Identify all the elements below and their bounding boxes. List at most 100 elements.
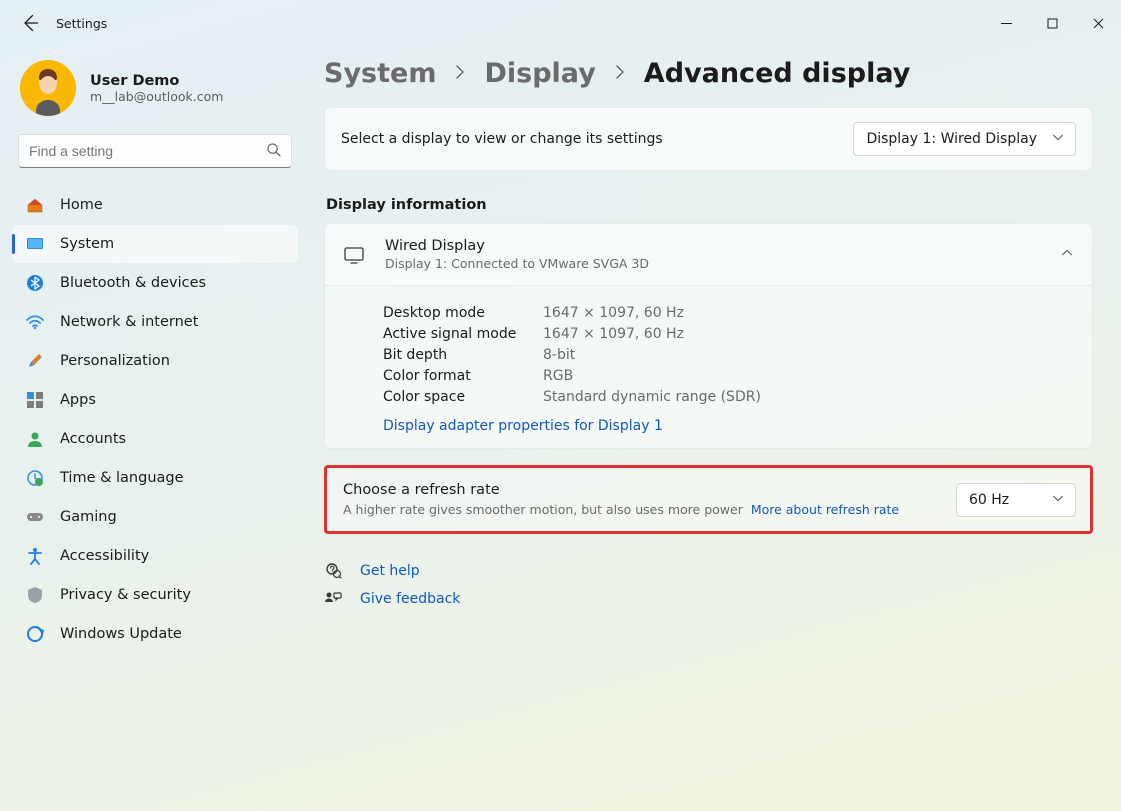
refresh-rate-sub-text: A higher rate gives smoother motion, but…: [343, 502, 743, 517]
give-feedback-link[interactable]: Give feedback: [360, 591, 460, 607]
refresh-rate-more-link[interactable]: More about refresh rate: [751, 502, 899, 517]
brush-icon: [26, 352, 44, 370]
sidebar-item-accessibility[interactable]: Accessibility: [12, 537, 298, 575]
display-connection: Display 1: Connected to VMware SVGA 3D: [385, 256, 649, 271]
sidebar-item-label: Accounts: [60, 431, 126, 447]
sidebar-item-personalization[interactable]: Personalization: [12, 342, 298, 380]
sidebar-item-accounts[interactable]: Accounts: [12, 420, 298, 458]
info-key: Color format: [383, 368, 519, 384]
display-info-heading: Display information: [326, 197, 1093, 213]
bluetooth-icon: [26, 274, 44, 292]
display-selector-value: Display 1: Wired Display: [866, 131, 1037, 147]
feedback-icon: [324, 590, 342, 608]
chevron-right-icon: [452, 64, 468, 84]
chevron-down-icon: [1051, 130, 1065, 148]
sidebar-item-label: Privacy & security: [60, 587, 191, 603]
get-help-row: Get help: [324, 562, 1093, 580]
search-icon: [266, 142, 281, 161]
sidebar-item-home[interactable]: Home: [12, 186, 298, 224]
info-value: 1647 × 1097, 60 Hz: [543, 326, 684, 342]
shield-icon: [26, 586, 44, 604]
give-feedback-row: Give feedback: [324, 590, 1093, 608]
info-value: 8-bit: [543, 347, 575, 363]
info-value: 1647 × 1097, 60 Hz: [543, 305, 684, 321]
breadcrumb: System Display Advanced display: [324, 58, 1093, 89]
avatar: [20, 60, 76, 116]
sidebar-item-label: System: [60, 236, 114, 252]
refresh-rate-dropdown[interactable]: 60 Hz: [956, 483, 1076, 517]
window-controls: [983, 0, 1121, 46]
info-key: Desktop mode: [383, 305, 519, 321]
wifi-icon: [26, 313, 44, 331]
chevron-down-icon: [1051, 491, 1065, 509]
close-button[interactable]: [1075, 0, 1121, 46]
update-icon: [26, 625, 44, 643]
select-display-card: Select a display to view or change its s…: [324, 107, 1093, 171]
gamepad-icon: [26, 508, 44, 526]
sidebar-nav: Home System Bluetooth & devices Network …: [12, 186, 298, 653]
accessibility-icon: [26, 547, 44, 565]
info-key: Color space: [383, 389, 519, 405]
home-icon: [26, 196, 44, 214]
apps-icon: [26, 391, 44, 409]
sidebar-item-gaming[interactable]: Gaming: [12, 498, 298, 536]
clock-globe-icon: [26, 469, 44, 487]
breadcrumb-display[interactable]: Display: [484, 58, 595, 89]
sidebar-item-label: Accessibility: [60, 548, 149, 564]
breadcrumb-system[interactable]: System: [324, 58, 436, 89]
sidebar-item-bluetooth[interactable]: Bluetooth & devices: [12, 264, 298, 302]
user-email: m__lab@outlook.com: [90, 89, 223, 104]
sidebar-item-label: Personalization: [60, 353, 170, 369]
sidebar-item-label: Home: [60, 197, 103, 213]
sidebar-item-label: Apps: [60, 392, 96, 408]
minimize-icon: [1001, 18, 1012, 29]
info-row-desktop-mode: Desktop mode 1647 × 1097, 60 Hz: [383, 305, 1072, 321]
sidebar-item-update[interactable]: Windows Update: [12, 615, 298, 653]
user-name: User Demo: [90, 73, 223, 89]
search-input[interactable]: [29, 143, 266, 159]
sidebar-item-label: Time & language: [60, 470, 184, 486]
display-name: Wired Display: [385, 238, 649, 254]
sidebar-item-network[interactable]: Network & internet: [12, 303, 298, 341]
maximize-button[interactable]: [1029, 0, 1075, 46]
back-arrow-icon: [20, 13, 40, 33]
main-content: System Display Advanced display Select a…: [310, 46, 1121, 811]
sidebar-item-time[interactable]: Time & language: [12, 459, 298, 497]
info-value: Standard dynamic range (SDR): [543, 389, 761, 405]
select-display-prompt: Select a display to view or change its s…: [341, 131, 663, 147]
display-info-header[interactable]: Wired Display Display 1: Connected to VM…: [324, 223, 1093, 285]
refresh-rate-title: Choose a refresh rate: [343, 482, 899, 498]
back-button[interactable]: [20, 13, 40, 33]
get-help-link[interactable]: Get help: [360, 563, 420, 579]
minimize-button[interactable]: [983, 0, 1029, 46]
refresh-rate-panel: Choose a refresh rate A higher rate give…: [324, 465, 1093, 534]
info-row-color-space: Color space Standard dynamic range (SDR): [383, 389, 1072, 405]
display-selector-dropdown[interactable]: Display 1: Wired Display: [853, 122, 1076, 156]
monitor-icon: [343, 244, 365, 266]
refresh-rate-value: 60 Hz: [969, 492, 1009, 508]
display-info-body: Desktop mode 1647 × 1097, 60 Hz Active s…: [324, 285, 1093, 449]
sidebar-item-apps[interactable]: Apps: [12, 381, 298, 419]
info-key: Bit depth: [383, 347, 519, 363]
user-profile[interactable]: User Demo m__lab@outlook.com: [12, 54, 298, 132]
chevron-up-icon: [1060, 246, 1074, 264]
titlebar: Settings: [0, 0, 1121, 46]
adapter-properties-link[interactable]: Display adapter properties for Display 1: [383, 418, 663, 434]
chevron-right-icon: [612, 64, 628, 84]
sidebar: User Demo m__lab@outlook.com Home System…: [0, 46, 310, 811]
info-key: Active signal mode: [383, 326, 519, 342]
sidebar-item-label: Network & internet: [60, 314, 198, 330]
sidebar-item-label: Windows Update: [60, 626, 182, 642]
system-icon: [26, 235, 44, 253]
sidebar-item-label: Bluetooth & devices: [60, 275, 206, 291]
sidebar-item-system[interactable]: System: [12, 225, 298, 263]
sidebar-item-privacy[interactable]: Privacy & security: [12, 576, 298, 614]
info-value: RGB: [543, 368, 573, 384]
info-row-active-signal: Active signal mode 1647 × 1097, 60 Hz: [383, 326, 1072, 342]
help-icon: [324, 562, 342, 580]
search-box[interactable]: [18, 134, 292, 168]
maximize-icon: [1047, 18, 1058, 29]
window-title: Settings: [56, 16, 107, 31]
breadcrumb-current: Advanced display: [644, 58, 911, 89]
info-row-bit-depth: Bit depth 8-bit: [383, 347, 1072, 363]
